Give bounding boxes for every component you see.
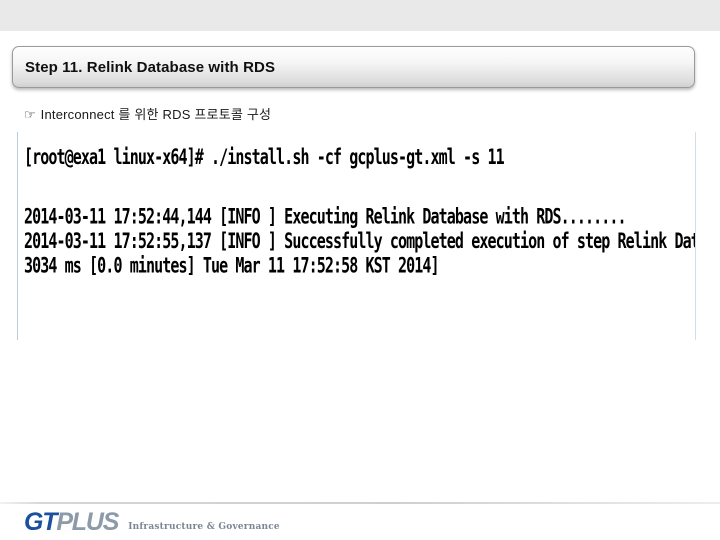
slide-title-bar: Step 11. Relink Database with RDS <box>12 46 695 88</box>
gtplus-logo: GTPLUS <box>24 507 119 536</box>
terminal-line: 3034 ms [0.0 minutes] Tue Mar 11 17:52:5… <box>24 252 440 279</box>
pointing-hand-icon: ☞ <box>24 107 36 122</box>
page-title: Step 11. Relink Database with RDS <box>25 58 276 76</box>
slide-footer: GTPLUS Infrastructure & Governance <box>0 504 720 540</box>
footer-tagline: Infrastructure & Governance <box>128 522 280 532</box>
bullet-item: ☞ Interconnect 를 위한 RDS 프로토콜 구성 <box>24 104 271 123</box>
logo-plus-text: PLUS <box>56 507 119 536</box>
logo-gt-text: GT <box>24 507 58 536</box>
top-gray-band <box>0 0 720 31</box>
terminal-line: [root@exa1 linux-x64]# ./install.sh -cf … <box>24 143 505 170</box>
terminal-output-panel: [root@exa1 linux-x64]# ./install.sh -cf … <box>17 132 696 340</box>
bullet-item-label: Interconnect 를 위한 RDS 프로토콜 구성 <box>40 107 272 122</box>
terminal-output-text: [root@exa1 linux-x64]# ./install.sh -cf … <box>18 132 695 280</box>
